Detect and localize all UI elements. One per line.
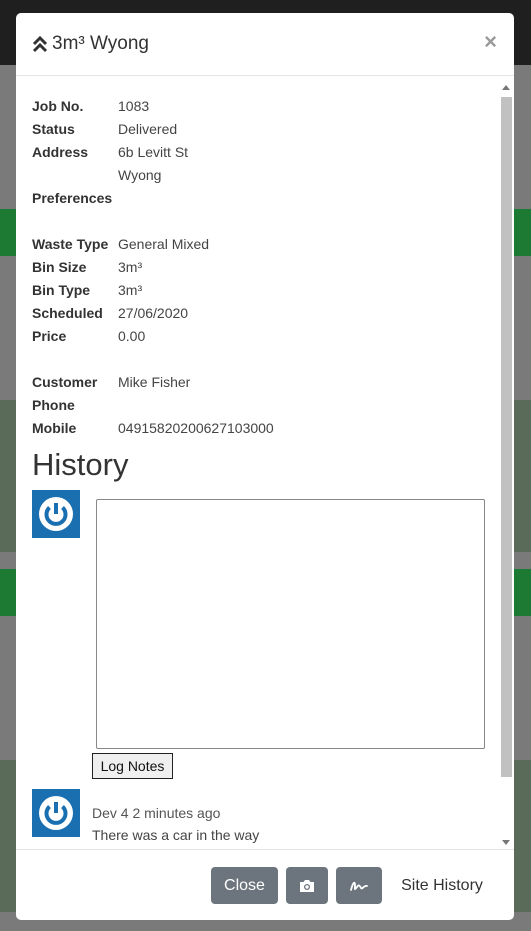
close-button[interactable]: Close — [211, 867, 278, 904]
site-history-button[interactable]: Site History — [392, 867, 492, 904]
customer-value: Mike Fisher — [118, 374, 191, 390]
price-value: 0.00 — [118, 328, 146, 344]
camera-icon — [300, 879, 314, 892]
mobile-link[interactable]: 04915820200627103000 — [118, 419, 274, 442]
detail-row-price: Price 0.00 — [32, 327, 492, 350]
detail-row-address-line2: Wyong — [32, 166, 492, 189]
detail-label: Customer — [32, 374, 98, 390]
detail-label: Price — [32, 328, 67, 344]
scrollbar[interactable] — [500, 81, 512, 849]
modal-body: Job No. 1083 Status Delivered Address 6b… — [16, 77, 514, 849]
address-link[interactable]: 6b Levitt St — [118, 143, 188, 166]
status-value: Delivered — [118, 121, 178, 137]
detail-row-preferences: Preferences — [32, 189, 492, 212]
scheduled-value: 27/06/2020 — [118, 305, 189, 321]
detail-row-bin-size: Bin Size 3m³ — [32, 258, 492, 281]
waste-type-value: General Mixed — [118, 236, 210, 252]
detail-label: Scheduled — [32, 305, 103, 321]
background-map-thumbnail — [514, 760, 531, 912]
job-number-value: 1083 — [118, 98, 150, 114]
job-detail-modal: 3m³ Wyong × Job No. 1083 Status Delivere… — [16, 13, 514, 920]
history-entry-meta: Dev 4 2 minutes ago — [92, 805, 221, 821]
detail-row-bin-type: Bin Type 3m³ — [32, 281, 492, 304]
detail-row-scheduled: Scheduled 27/06/2020 — [32, 304, 492, 327]
power-icon — [39, 497, 73, 531]
bin-size-value: 3m³ — [118, 259, 143, 275]
avatar — [32, 490, 80, 538]
detail-row-job-no: Job No. 1083 — [32, 97, 492, 120]
scroll-up-icon[interactable] — [502, 85, 510, 90]
power-icon — [39, 796, 73, 830]
modal-title: 3m³ Wyong — [52, 33, 149, 54]
job-details: Job No. 1083 Status Delivered Address 6b… — [32, 97, 492, 442]
background-map-thumbnail — [514, 400, 531, 552]
detail-label: Waste Type — [32, 236, 109, 252]
detail-label: Phone — [32, 397, 75, 413]
detail-row-waste-type: Waste Type General Mixed — [32, 235, 492, 258]
detail-row-phone: Phone — [32, 396, 492, 419]
scrollbar-thumb[interactable] — [501, 97, 512, 777]
modal-footer: Close Site History — [16, 849, 514, 920]
detail-row-address: Address 6b Levitt St — [32, 143, 492, 166]
detail-label: Address — [32, 144, 89, 160]
detail-row-mobile: Mobile 04915820200627103000 — [32, 419, 492, 442]
camera-button[interactable] — [286, 867, 328, 904]
detail-label-empty — [32, 166, 118, 189]
signature-button[interactable] — [336, 867, 382, 904]
detail-row-customer: Customer Mike Fisher — [32, 373, 492, 396]
detail-label: Status — [32, 121, 75, 137]
bin-type-value: 3m³ — [118, 282, 143, 298]
scroll-down-icon[interactable] — [502, 840, 510, 845]
history-entry-text: There was a car in the way — [92, 827, 260, 843]
signature-icon — [350, 881, 368, 891]
detail-label: Bin Size — [32, 259, 87, 275]
history-heading: History — [32, 447, 129, 482]
detail-label: Mobile — [32, 420, 77, 436]
detail-label: Preferences — [32, 190, 113, 206]
avatar — [32, 789, 80, 837]
detail-row-status: Status Delivered — [32, 120, 492, 143]
detail-label: Job No. — [32, 98, 84, 114]
notes-textarea[interactable] — [96, 499, 485, 749]
detail-label: Bin Type — [32, 282, 91, 298]
address-suburb: Wyong — [118, 167, 162, 183]
close-icon[interactable]: × — [484, 29, 497, 55]
modal-header: 3m³ Wyong × — [16, 13, 514, 76]
log-notes-button[interactable]: Log Notes — [92, 753, 173, 779]
double-chevron-up-icon[interactable] — [32, 35, 48, 53]
